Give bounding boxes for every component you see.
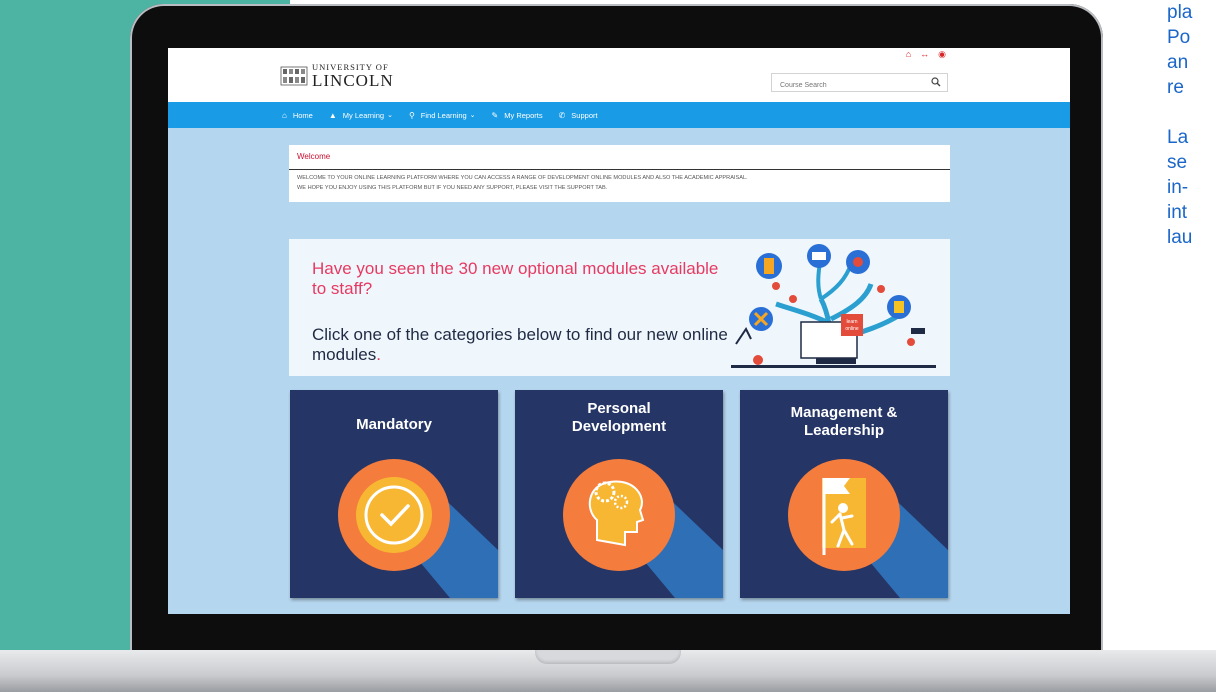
category-card-management-leadership[interactable]: Management & Leadership xyxy=(740,390,948,598)
home-icon: ⌂ xyxy=(282,110,287,120)
nav-label: My Learning xyxy=(342,110,385,120)
search-icon[interactable] xyxy=(931,77,941,87)
side-caption-text: pla Po an re La se in- int lau xyxy=(1167,2,1193,248)
laptop-notch xyxy=(535,650,681,664)
category-card-mandatory[interactable]: Mandatory xyxy=(290,390,498,598)
laptop-screen: UNIVERSITY OF LINCOLN ⌂ ↔ ◉ ⌂ Home ▲ My … xyxy=(168,48,1070,614)
nav-label: My Reports xyxy=(504,110,543,120)
card-title: Mandatory xyxy=(356,416,432,433)
welcome-text-line: WELCOME TO YOUR ONLINE LEARNING PLATFORM… xyxy=(297,175,748,181)
graduation-cap-icon: ▲ xyxy=(328,110,337,120)
banner-headline: Have you seen the 30 new optional module… xyxy=(312,259,719,298)
banner-subline: Click one of the categories below to fin… xyxy=(312,325,732,365)
chevron-down-icon: ⌄ xyxy=(469,112,476,119)
card-title-line: Leadership xyxy=(803,422,885,439)
illustration-label: online xyxy=(845,326,859,332)
card-title-line: Management & xyxy=(790,404,898,421)
nav-find-learning[interactable]: ⚲ Find Learning ⌄ xyxy=(409,111,476,120)
illustration-label: learn xyxy=(846,319,857,325)
phone-icon: ✆ xyxy=(558,110,566,120)
nav-label: Support xyxy=(571,110,598,120)
chevron-down-icon: ⌄ xyxy=(387,112,393,119)
logo-large-text: LINCOLN xyxy=(312,70,394,90)
university-logo[interactable]: UNIVERSITY OF LINCOLN xyxy=(280,63,394,89)
nav-label: Home xyxy=(292,110,313,120)
link-icon[interactable]: ↔ xyxy=(920,49,929,60)
top-utility-icons: ⌂ ↔ ◉ xyxy=(906,49,946,60)
home-icon[interactable]: ⌂ xyxy=(906,49,911,60)
nav-label: Find Learning xyxy=(420,110,467,120)
pencil-icon: ✎ xyxy=(491,110,499,120)
promo-banner: Have you seen the 30 new optional module… xyxy=(289,239,950,376)
card-title-line: Personal xyxy=(587,400,651,417)
card-title-line: Development xyxy=(571,418,667,435)
search-icon: ⚲ xyxy=(408,110,415,120)
category-card-personal-development[interactable]: Personal Development xyxy=(515,390,723,598)
nav-support[interactable]: ✆ Support xyxy=(559,111,598,120)
main-nav: ⌂ Home ▲ My Learning ⌄ ⚲ Find Learning ⌄… xyxy=(168,102,1070,128)
banner-subline-text: Click one of the categories below to fin… xyxy=(312,325,728,364)
crest-icon xyxy=(280,66,308,86)
nav-my-reports[interactable]: ✎ My Reports xyxy=(492,111,543,120)
site-header: UNIVERSITY OF LINCOLN ⌂ ↔ ◉ xyxy=(168,48,1070,102)
welcome-title: Welcome xyxy=(289,145,950,170)
user-icon[interactable]: ◉ xyxy=(938,49,946,60)
banner-subline-dot: . xyxy=(376,345,381,364)
course-search xyxy=(771,73,948,94)
nav-my-learning[interactable]: ▲ My Learning ⌄ xyxy=(329,111,393,120)
welcome-text-line: WE HOPE YOU ENJOY USING THIS PLATFORM BU… xyxy=(297,185,608,191)
welcome-panel: Welcome WELCOME TO YOUR ONLINE LEARNING … xyxy=(289,145,950,202)
nav-home[interactable]: ⌂ Home xyxy=(282,111,313,120)
learning-tree-illustration: learn online xyxy=(731,244,936,368)
search-input[interactable] xyxy=(772,77,930,94)
